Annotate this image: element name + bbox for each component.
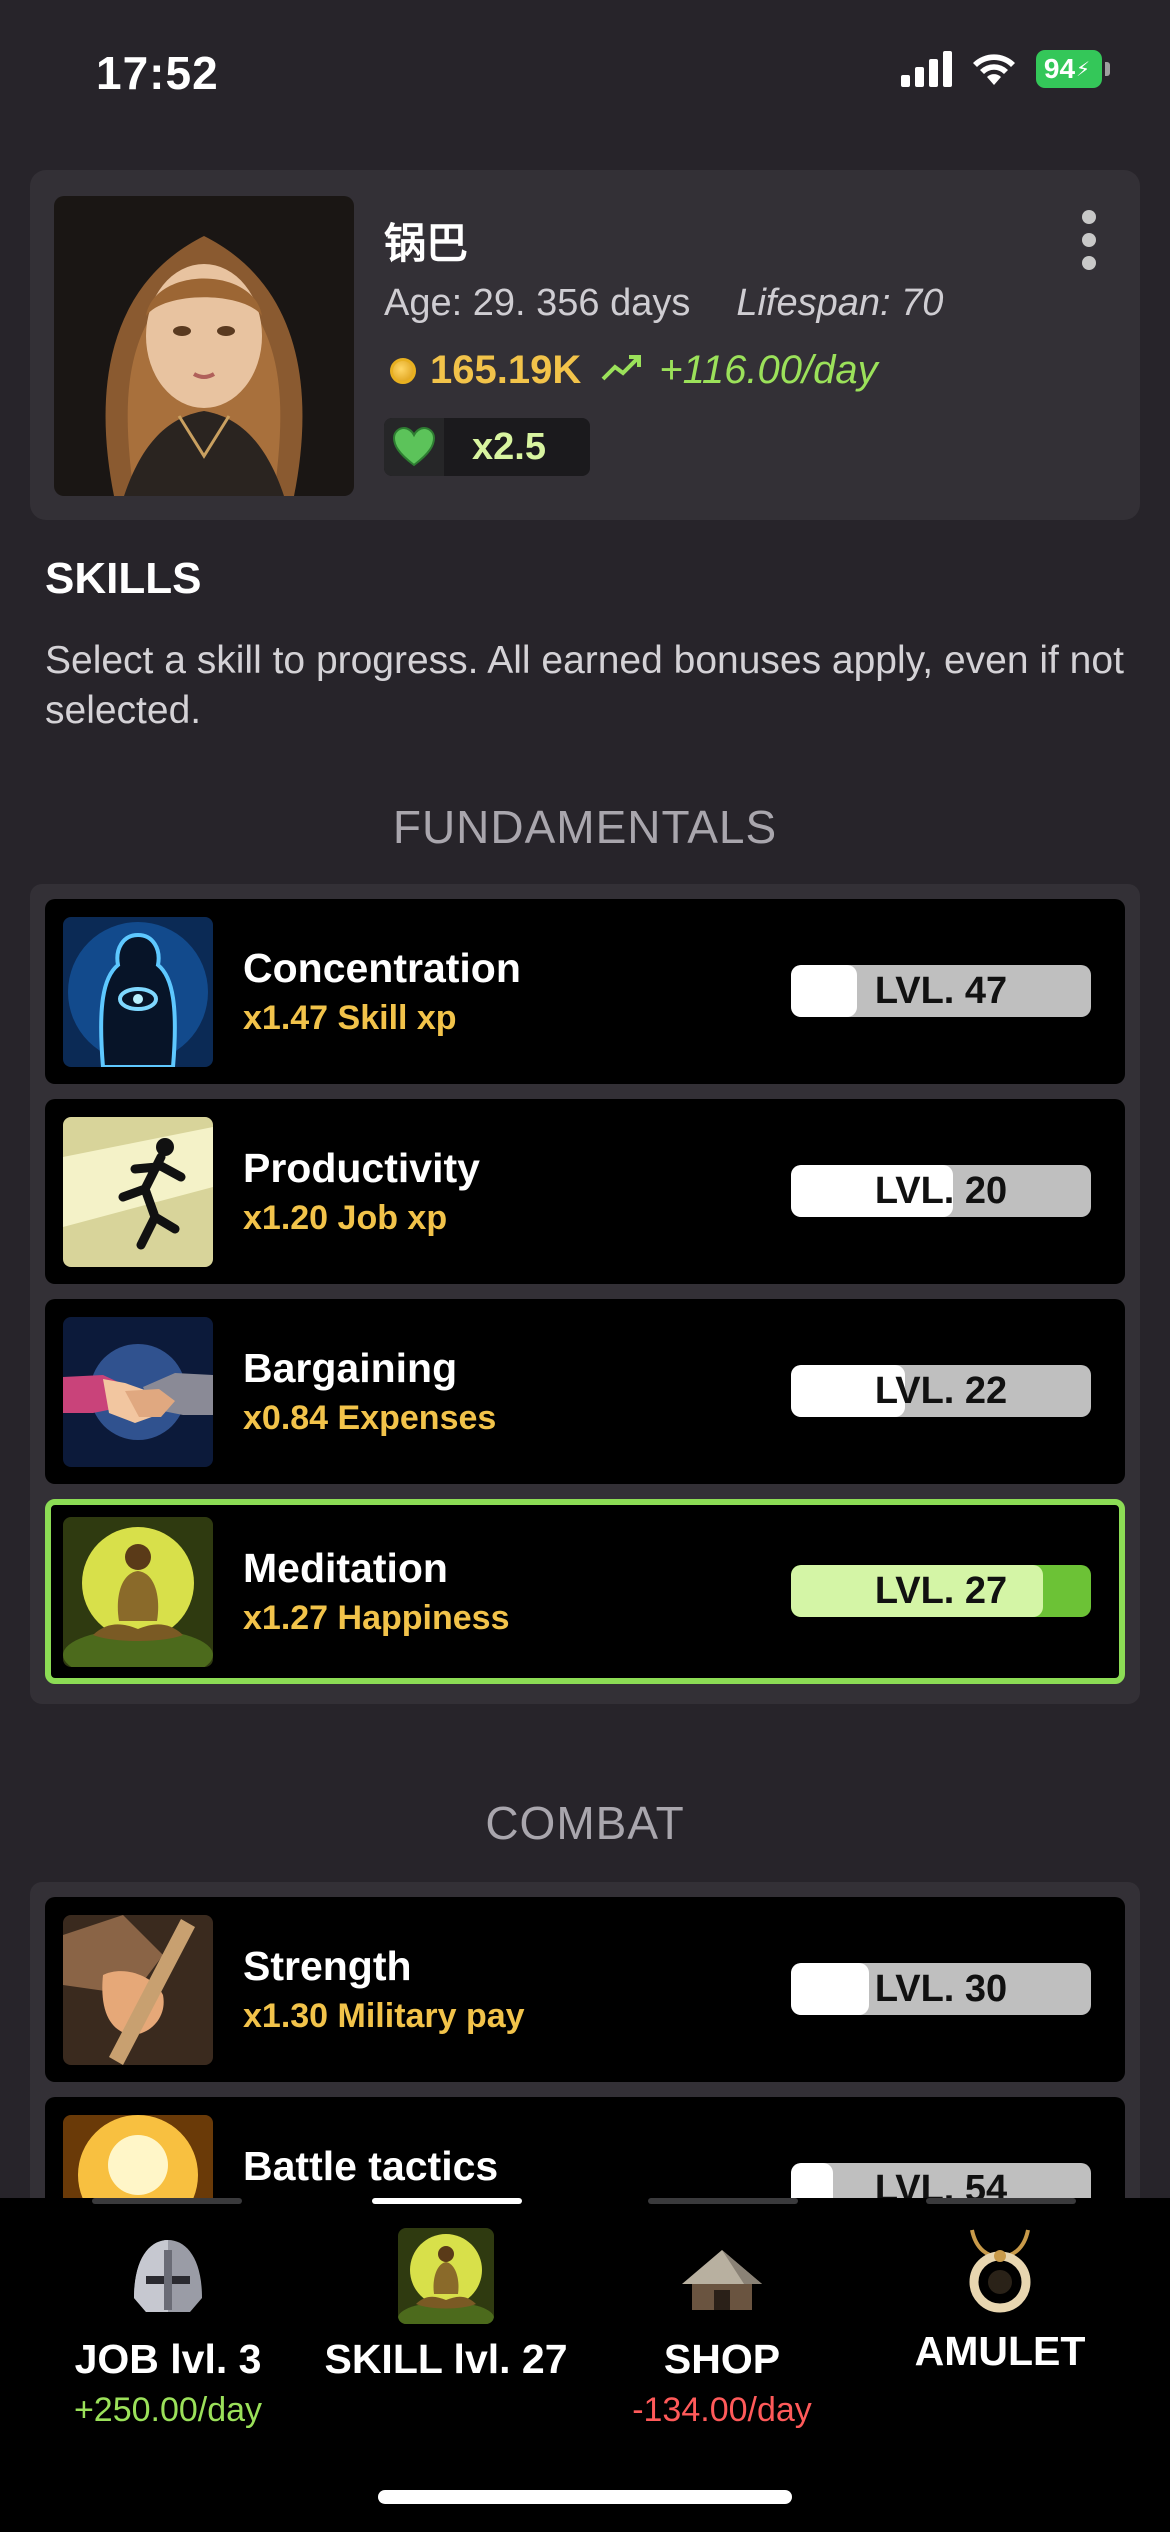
- green-heart-icon: [384, 418, 444, 476]
- money-value: 165.19K: [430, 348, 582, 392]
- skill-name: Concentration: [243, 945, 521, 991]
- character-name: 锅巴: [384, 220, 469, 267]
- skill-bonus: x1.20 Job xp: [243, 1199, 448, 1237]
- skill-row-productivity[interactable]: Productivity x1.20 Job xp LVL. 20: [45, 1099, 1125, 1284]
- nav-shop-expense: -134.00/day: [632, 2391, 812, 2429]
- home-indicator[interactable]: [378, 2490, 792, 2504]
- nav-amulet-label: AMULET: [914, 2328, 1086, 2374]
- skill-bonus: x1.47 Skill xp: [243, 999, 457, 1037]
- skill-level: LVL. 30: [874, 1967, 1008, 2010]
- coin-icon: [390, 357, 416, 384]
- handshake-icon: [63, 1317, 213, 1467]
- profile-card: 锅巴 Age: 29. 356 days Lifespan: 70 165.19…: [30, 170, 1140, 520]
- happiness-value: x2.5: [472, 425, 546, 468]
- nav-indicator-amulet: [926, 2198, 1076, 2204]
- skill-level: LVL. 22: [874, 1369, 1008, 1412]
- section-title-fundamentals: FUNDAMENTALS: [392, 801, 778, 853]
- status-bar: 17:52 94 ⚡: [0, 0, 1170, 150]
- skill-bonus: x0.84 Expenses: [243, 1399, 497, 1437]
- fundamentals-group: Concentration x1.47 Skill xp LVL. 47 Pro…: [30, 884, 1140, 1704]
- nav-indicator-skill: [372, 2198, 522, 2204]
- nav-skill[interactable]: SKILL lvl. 27: [306, 2228, 586, 2383]
- nav-indicator-job: [92, 2198, 242, 2204]
- bottom-nav: JOB lvl. 3 +250.00/day SKILL lvl. 27 SHO…: [0, 2198, 1170, 2532]
- nav-skill-label: SKILL lvl. 27: [324, 2336, 568, 2382]
- cellular-signal-icon: [901, 51, 952, 87]
- age-row: Age: 29. 356 days Lifespan: 70: [384, 282, 943, 325]
- meditation-icon: [398, 2228, 494, 2324]
- eye-figure-icon: [63, 917, 213, 1067]
- trend-up-icon: [601, 348, 645, 393]
- nav-shop-label: SHOP: [663, 2336, 781, 2382]
- skill-name: Bargaining: [243, 1345, 458, 1391]
- skills-title: SKILLS: [45, 554, 202, 603]
- skill-row-bargaining[interactable]: Bargaining x0.84 Expenses LVL. 22: [45, 1299, 1125, 1484]
- skills-description: Select a skill to progress. All earned b…: [45, 639, 1124, 732]
- wifi-icon: [970, 51, 1018, 87]
- money-row: 165.19K +116.00/day: [390, 348, 878, 393]
- nav-amulet[interactable]: AMULET: [860, 2220, 1140, 2375]
- skill-name: Battle tactics: [243, 2143, 499, 2189]
- avatar[interactable]: [54, 196, 354, 496]
- status-icons: 94 ⚡: [901, 50, 1110, 88]
- runner-icon: [63, 1117, 213, 1267]
- skill-row-strength[interactable]: Strength x1.30 Military pay LVL. 30: [45, 1897, 1125, 2082]
- skill-name: Strength: [243, 1943, 412, 1989]
- battery-icon: 94 ⚡: [1036, 50, 1110, 88]
- skill-row-concentration[interactable]: Concentration x1.47 Skill xp LVL. 47: [45, 899, 1125, 1084]
- section-title-combat: COMBAT: [485, 1797, 685, 1849]
- skill-level-bar: LVL. 27: [791, 1565, 1091, 1617]
- income-value: +116.00/day: [659, 348, 878, 392]
- nav-indicator-shop: [648, 2198, 798, 2204]
- skill-bonus: x1.27 Happiness: [243, 1599, 510, 1637]
- skill-level-bar: LVL. 30: [791, 1963, 1091, 2015]
- skill-name: Productivity: [243, 1145, 480, 1191]
- nav-shop[interactable]: SHOP -134.00/day: [582, 2228, 862, 2430]
- age-text: Age: 29. 356 days: [384, 282, 691, 324]
- nav-job-label: JOB lvl. 3: [74, 2336, 262, 2382]
- battery-level: 94: [1043, 53, 1076, 84]
- fist-icon: [63, 1915, 213, 2065]
- skill-row-meditation[interactable]: Meditation x1.27 Happiness LVL. 27: [45, 1499, 1125, 1684]
- skill-name: Meditation: [243, 1545, 448, 1591]
- more-options-icon[interactable]: [1078, 210, 1100, 270]
- amulet-icon: [952, 2220, 1048, 2316]
- meditation-icon: [63, 1517, 213, 1667]
- hut-icon: [674, 2228, 770, 2324]
- nav-job[interactable]: JOB lvl. 3 +250.00/day: [28, 2228, 308, 2430]
- combat-group: Strength x1.30 Military pay LVL. 30 Batt…: [30, 1882, 1140, 2282]
- skill-level: LVL. 20: [874, 1169, 1008, 1212]
- lifespan-text: Lifespan: 70: [736, 282, 944, 324]
- skill-bonus: x1.30 Military pay: [243, 1997, 525, 2035]
- helmet-icon: [120, 2228, 216, 2324]
- skill-level-bar: LVL. 22: [791, 1365, 1091, 1417]
- nav-job-income: +250.00/day: [73, 2391, 263, 2429]
- skill-level-bar: LVL. 20: [791, 1165, 1091, 1217]
- skill-level-bar: LVL. 47: [791, 965, 1091, 1017]
- happiness-multiplier: x2.5: [384, 418, 590, 476]
- skill-level: LVL. 47: [874, 969, 1008, 1012]
- status-time: 17:52: [96, 47, 219, 99]
- skill-level: LVL. 27: [874, 1569, 1008, 1612]
